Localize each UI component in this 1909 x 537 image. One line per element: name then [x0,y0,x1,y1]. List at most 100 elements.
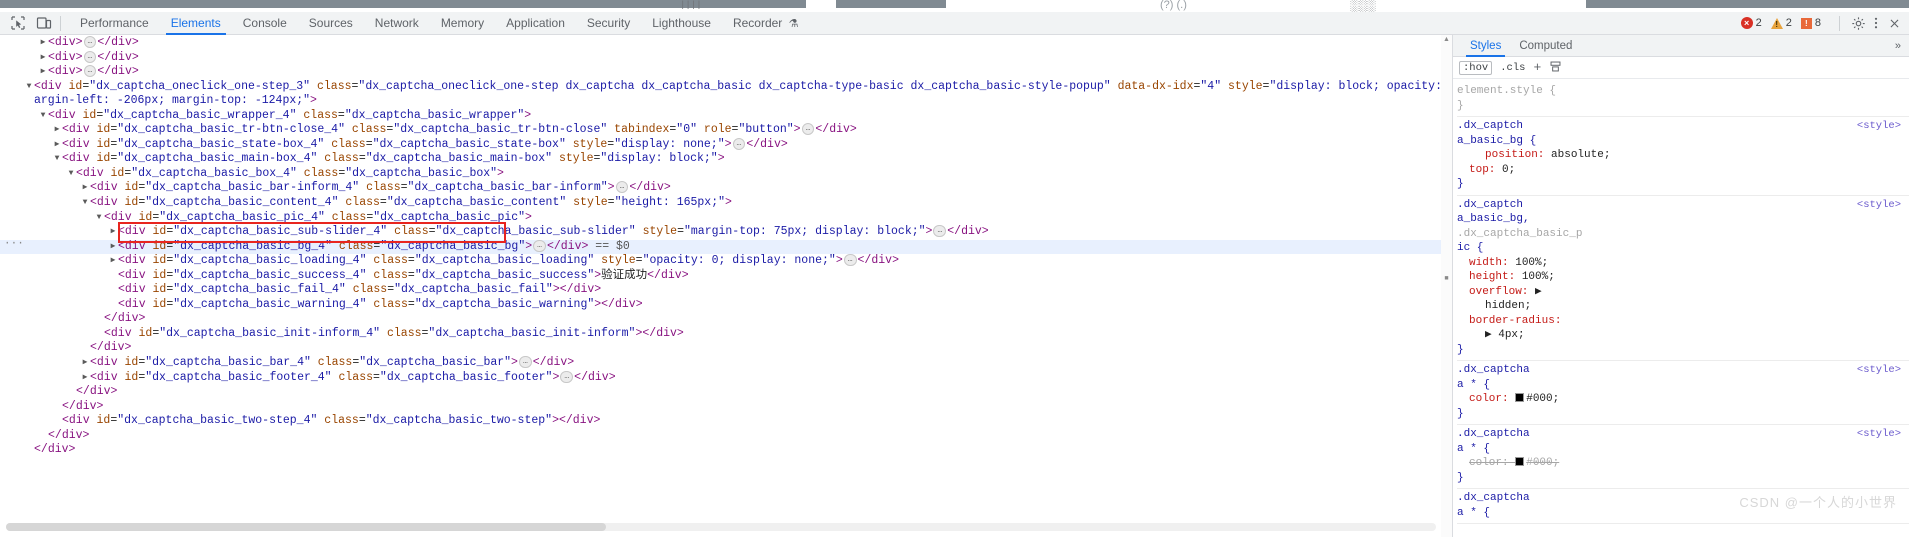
dom-node-row[interactable]: </div> [0,400,1441,415]
device-toolbar-icon[interactable] [36,15,52,31]
dom-node-row[interactable]: <div id = "dx_captcha_basic_wrapper_4" cla… [0,109,1441,124]
style-rule-source[interactable]: <style> [1857,119,1909,134]
style-declaration[interactable]: height: 100%; [1457,270,1909,285]
tab-sources[interactable]: Sources [298,12,364,35]
dom-node-row[interactable]: <div>…</div> [0,36,1441,51]
tab-network[interactable]: Network [364,12,430,35]
dom-horizontal-scrollbar[interactable] [6,523,1436,531]
dom-node-row[interactable]: <div id="dx_captcha_basic_pic_4" class="… [0,211,1441,226]
dom-node-row[interactable]: <div id="dx_captcha_basic_bar_4" class="… [0,356,1441,371]
new-style-rule-icon[interactable] [1549,60,1562,75]
warning-counter[interactable]: 2 [1770,17,1792,29]
dom-node-row[interactable]: <div id="dx_captcha_basic_state-box_4" c… [0,137,1441,153]
style-rule[interactable]: element.style {} [1457,82,1909,117]
disclosure-triangle-open-icon[interactable] [24,80,34,95]
dom-node-row[interactable]: <div id="dx_captcha_basic_box_4" class="… [0,167,1441,182]
scroll-down-icon[interactable]: ■ [1442,275,1451,284]
style-rule[interactable]: <style> .dx_captcha a * {color: #000;} [1457,425,1909,489]
style-rule-source[interactable]: <style> [1857,363,1909,378]
disclosure-triangle-closed-icon[interactable] [80,356,90,371]
dom-node-row[interactable]: argin-left: -206px; margin-top: -124px;"… [0,94,1441,109]
kebab-menu-icon[interactable] [1867,14,1885,32]
style-rule-source[interactable]: <style> [1857,427,1909,442]
dom-node-row-selected[interactable]: <div id="dx_captcha_basic_bg_4" class="d… [0,237,1441,255]
tab-memory[interactable]: Memory [430,12,495,35]
tab-recorder[interactable]: Recorder ⚗ [722,12,810,35]
dom-node-row[interactable]: <div id="dx_captcha_basic_loading_4" cla… [0,254,1441,269]
style-rule-source[interactable]: <style> [1857,198,1909,213]
style-declaration[interactable]: color: #000; [1457,456,1909,471]
dom-node-row[interactable]: </div> [0,341,1441,356]
tab-lighthouse[interactable]: Lighthouse [641,12,722,35]
dom-node-row[interactable]: <div id="dx_captcha_basic_success_4" cla… [0,269,1441,284]
disclosure-triangle-open-icon[interactable] [38,109,48,124]
dom-node-row[interactable]: <div>…</div> [0,50,1441,66]
dom-node-row[interactable]: <div id="dx_captcha_basic_warning_4" cla… [0,298,1441,313]
disclosure-triangle-closed-icon[interactable] [108,254,118,269]
disclosure-triangle-open-icon[interactable] [66,167,76,182]
dom-node-row[interactable]: <div id="dx_captcha_basic_bar-inform_4" … [0,181,1441,196]
styles-more-tabs-icon[interactable]: » [1895,40,1909,52]
style-declaration[interactable]: ▶ 4px; [1457,328,1909,343]
style-rule[interactable]: <style> .dx_captch a_basic_bg, .dx_captcha_… [1457,196,1909,361]
dom-node-row[interactable]: <div id="dx_captcha_basic_sub-slider_4" … [0,225,1441,240]
tab-performance[interactable]: Performance [69,12,160,35]
disclosure-triangle-open-icon[interactable] [52,152,62,167]
style-rule[interactable]: <style> .dx_captcha a * {color: #000;} [1457,361,1909,425]
tab-security[interactable]: Security [576,12,641,35]
dom-tree-pane[interactable]: <div>…</div><div>…</div><div>…</div><div… [0,35,1452,537]
style-declaration[interactable]: color: #000; [1457,392,1909,407]
disclosure-triangle-closed-icon[interactable] [38,36,48,51]
dom-node-row[interactable]: <div id="dx_captcha_oneclick_one-step_3"… [0,80,1452,95]
force-state-button[interactable]: :hov [1459,60,1493,75]
dom-node-row[interactable]: <div>…</div> [0,65,1441,80]
style-rule-selector[interactable]: <style> .dx_captcha [1457,427,1909,442]
dom-node-row[interactable]: </div> [0,443,1441,458]
dom-vertical-scrollbar[interactable]: ▲ ■ [1441,35,1452,537]
disclosure-triangle-closed-icon[interactable] [80,181,90,196]
tab-computed[interactable]: Computed [1510,35,1581,57]
disclosure-triangle-open-icon[interactable] [94,211,104,226]
inspect-element-icon[interactable] [10,15,26,31]
dom-tree[interactable]: <div>…</div><div>…</div><div>…</div><div… [0,35,1452,458]
style-declaration[interactable]: border-radius: [1457,314,1909,329]
style-rule-selector[interactable]: <style> .dx_captch [1457,119,1909,134]
dom-hscrollbar-thumb[interactable] [6,523,606,531]
scroll-up-icon[interactable]: ▲ [1442,36,1451,45]
dom-node-row[interactable]: <div id="dx_captcha_basic_footer_4" clas… [0,370,1441,386]
element-classes-button[interactable]: .cls [1500,62,1525,74]
style-declaration[interactable]: hidden; [1457,299,1909,314]
issues-counter[interactable]: ! 8 [1800,17,1821,29]
style-rule[interactable]: <style> .dx_captch a_basic_bg {position: a… [1457,117,1909,196]
tab-elements[interactable]: Elements [160,12,232,35]
close-icon[interactable] [1885,14,1903,32]
disclosure-triangle-closed-icon[interactable] [38,65,48,80]
color-swatch[interactable] [1515,457,1525,466]
tab-application[interactable]: Application [495,12,576,35]
tab-styles[interactable]: Styles [1461,35,1510,57]
dom-node-row[interactable]: <div id = "dx_captcha_basic_content_4" cla… [0,196,1441,211]
style-rule-selector[interactable]: <style> .dx_captch [1457,198,1909,213]
style-declaration[interactable]: overflow: ▶ [1457,285,1909,300]
dom-node-row[interactable]: </div> [0,312,1441,327]
styles-rules-list[interactable]: element.style {} <style> .dx_captch a_basic… [1453,80,1909,537]
style-rule-selector[interactable]: element.style { [1457,84,1909,99]
new-style-rule-button[interactable]: + [1533,60,1541,75]
disclosure-triangle-closed-icon[interactable] [80,371,90,386]
disclosure-triangle-open-icon[interactable] [80,196,90,211]
disclosure-triangle-closed-icon[interactable] [52,123,62,138]
style-declaration[interactable]: width: 100%; [1457,256,1909,271]
dom-node-row[interactable]: <div id="dx_captcha_basic_two-step_4" cl… [0,414,1441,429]
error-counter[interactable]: × 2 [1740,17,1762,29]
dom-node-row[interactable]: <div id = "dx_captcha_basic_main-box_4" cl… [0,152,1441,167]
dom-node-row[interactable]: <div id="dx_captcha_basic_tr-btn-close_4… [0,123,1441,138]
tab-console[interactable]: Console [232,12,298,35]
style-rule-selector[interactable]: <style> .dx_captcha [1457,363,1909,378]
disclosure-triangle-closed-icon[interactable] [108,240,118,255]
disclosure-triangle-closed-icon[interactable] [108,225,118,240]
gear-icon[interactable] [1849,14,1867,32]
dom-node-row[interactable]: <div id="dx_captcha_basic_init-inform_4"… [0,327,1441,342]
style-declaration[interactable]: top: 0; [1457,163,1909,178]
dom-node-row[interactable]: </div> [0,429,1441,444]
color-swatch[interactable] [1515,393,1525,402]
